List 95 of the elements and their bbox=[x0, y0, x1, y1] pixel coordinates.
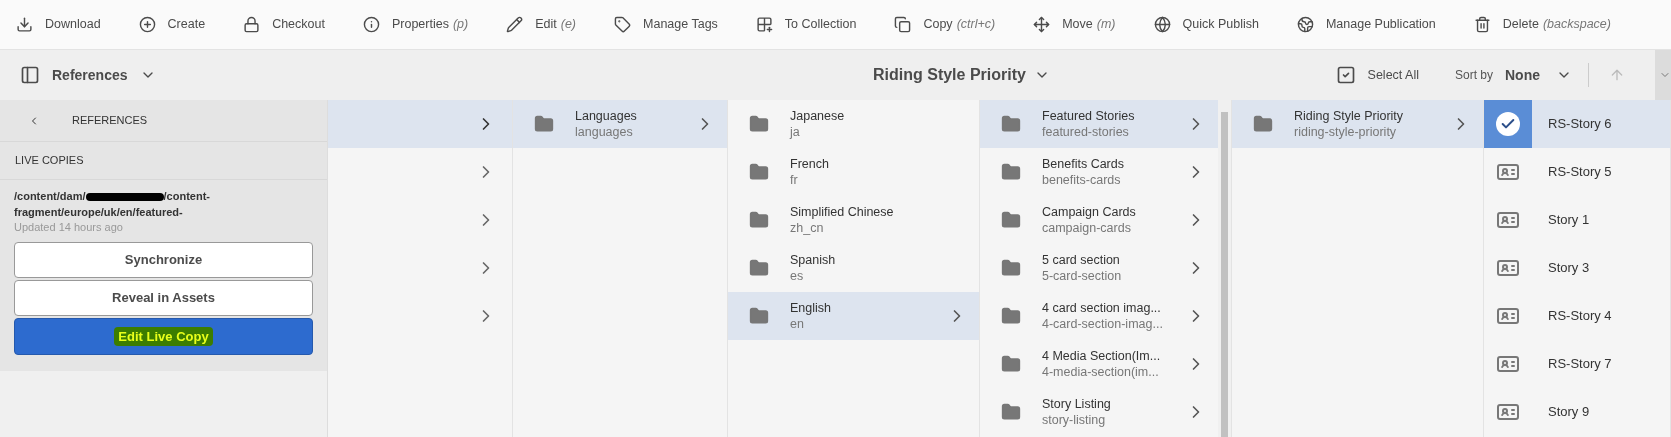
folder-path: es bbox=[790, 268, 805, 284]
select-all-button[interactable]: Select All bbox=[1335, 65, 1419, 85]
trash-icon bbox=[1473, 16, 1491, 33]
folder-row[interactable]: English en bbox=[728, 292, 979, 340]
toolbar-button[interactable]: Manage Tags bbox=[614, 15, 718, 34]
sort-dropdown[interactable]: None bbox=[1505, 64, 1572, 86]
fragment-title: RS-Story 4 bbox=[1548, 307, 1612, 326]
folder-path: zh_cn bbox=[790, 220, 825, 236]
folder-title: French bbox=[790, 156, 830, 172]
toolbar-button[interactable]: Delete (backspace) bbox=[1473, 15, 1611, 34]
fragment-title: RS-Story 7 bbox=[1548, 355, 1612, 374]
toolbar-button[interactable]: Properties (p) bbox=[362, 15, 469, 34]
back-button[interactable]: REFERENCES bbox=[0, 100, 327, 142]
folder-title: Featured Stories bbox=[1042, 108, 1136, 124]
toolbar-button[interactable]: Create bbox=[138, 15, 206, 34]
folder-icon bbox=[1001, 402, 1021, 422]
toolbar-button[interactable]: Download bbox=[16, 15, 101, 34]
grid-plus-icon bbox=[755, 16, 773, 33]
folder-path: benefits-cards bbox=[1042, 172, 1122, 188]
folder-icon bbox=[749, 210, 769, 230]
folder-title: English bbox=[790, 300, 832, 316]
fragment-title: Story 1 bbox=[1548, 211, 1590, 230]
folder-icon bbox=[1001, 162, 1021, 182]
toolbar-button[interactable]: Manage Publication bbox=[1296, 15, 1436, 34]
toolbar-button[interactable]: Quick Publish bbox=[1153, 15, 1259, 34]
folder-path: story-listing bbox=[1042, 412, 1107, 428]
plus-circle-icon bbox=[138, 16, 156, 33]
folder-title: 4 Media Section(Im... bbox=[1042, 348, 1162, 364]
folder-path: campaign-cards bbox=[1042, 220, 1132, 236]
fragment-title: RS-Story 5 bbox=[1548, 163, 1612, 182]
path-text: /content/dam/ /content-fragment/europe/uk/en/featured- bbox=[14, 189, 211, 220]
folder-title: Japanese bbox=[790, 108, 846, 124]
globe-icon bbox=[1153, 16, 1171, 33]
toolbar-button[interactable]: Copy (ctrl+c) bbox=[894, 15, 996, 34]
lock-icon bbox=[243, 16, 261, 33]
scrollbar[interactable] bbox=[1218, 100, 1231, 437]
fragment-title: Story 3 bbox=[1548, 259, 1590, 278]
folder-path: languages bbox=[575, 124, 634, 140]
folder-icon bbox=[749, 306, 769, 326]
title-dropdown[interactable]: Riding Style Priority bbox=[873, 63, 1050, 87]
toolbar-button[interactable]: Checkout bbox=[243, 15, 325, 34]
fragment-title: RS-Story 6 bbox=[1548, 115, 1612, 134]
sort-label: Sort by bbox=[1455, 67, 1493, 84]
folder-icon bbox=[1001, 114, 1021, 134]
panel-icon bbox=[20, 65, 40, 85]
folder-path: 4-card-section-imag... bbox=[1042, 316, 1164, 332]
panel-button[interactable]: Reveal in Assets bbox=[14, 280, 313, 316]
folder-title: Simplified Chinese bbox=[790, 204, 895, 220]
section-heading: LIVE COPIES bbox=[0, 142, 327, 180]
folder-row[interactable]: Languages languages bbox=[513, 100, 727, 148]
pencil-icon bbox=[506, 16, 524, 33]
folder-title: Languages bbox=[575, 108, 638, 124]
folder-icon bbox=[749, 162, 769, 182]
fragment-title: Story 9 bbox=[1548, 403, 1590, 422]
folder-title: 4 card section imag... bbox=[1042, 300, 1162, 316]
check-icon bbox=[1496, 112, 1520, 136]
view-button[interactable] bbox=[1655, 50, 1671, 100]
folder-path: 5-card-section bbox=[1042, 268, 1123, 284]
folder-icon bbox=[1001, 258, 1021, 278]
updated-text: Updated 14 hours ago bbox=[14, 220, 124, 234]
toolbar-button[interactable]: To Collection bbox=[755, 15, 857, 34]
toolbar-button[interactable]: Move (m) bbox=[1033, 15, 1116, 34]
folder-icon bbox=[1253, 114, 1273, 134]
column-row[interactable] bbox=[328, 100, 512, 148]
folder-title: Story Listing bbox=[1042, 396, 1112, 412]
folder-path: featured-stories bbox=[1042, 124, 1130, 140]
folder-title: Riding Style Priority bbox=[1294, 108, 1405, 124]
folder-row[interactable]: Featured Stories featured-stories bbox=[980, 100, 1218, 148]
panel-button[interactable]: Synchronize bbox=[14, 242, 313, 278]
folder-title: Spanish bbox=[790, 252, 837, 268]
fragment-row[interactable]: RS-Story 6 bbox=[1484, 100, 1670, 148]
checkbox-icon bbox=[1335, 65, 1356, 85]
folder-path: en bbox=[790, 316, 805, 332]
folder-path: riding-style-priority bbox=[1294, 124, 1398, 140]
folder-row[interactable]: Riding Style Priority riding-style-priority bbox=[1232, 100, 1483, 148]
folder-title: Campaign Cards bbox=[1042, 204, 1137, 220]
folder-path: fr bbox=[790, 172, 799, 188]
folder-icon bbox=[1001, 354, 1021, 374]
folder-path: ja bbox=[790, 124, 801, 140]
folder-path: 4-media-section(im... bbox=[1042, 364, 1160, 380]
folder-icon bbox=[534, 114, 554, 134]
rail-toggle-button[interactable]: References bbox=[0, 64, 156, 86]
tag-icon bbox=[614, 16, 632, 33]
folder-icon bbox=[1001, 306, 1021, 326]
folder-icon bbox=[749, 114, 769, 134]
info-icon bbox=[362, 16, 380, 33]
download-icon bbox=[16, 16, 33, 33]
move-icon bbox=[1033, 16, 1051, 33]
folder-title: Benefits Cards bbox=[1042, 156, 1125, 172]
folder-icon bbox=[1001, 210, 1021, 230]
toolbar-button[interactable]: Edit (e) bbox=[506, 15, 577, 34]
copy-icon bbox=[894, 16, 912, 33]
folder-icon bbox=[749, 258, 769, 278]
folder-title: 5 card section bbox=[1042, 252, 1121, 268]
edit-live-copy-button[interactable]: Edit Live Copy bbox=[14, 318, 313, 355]
